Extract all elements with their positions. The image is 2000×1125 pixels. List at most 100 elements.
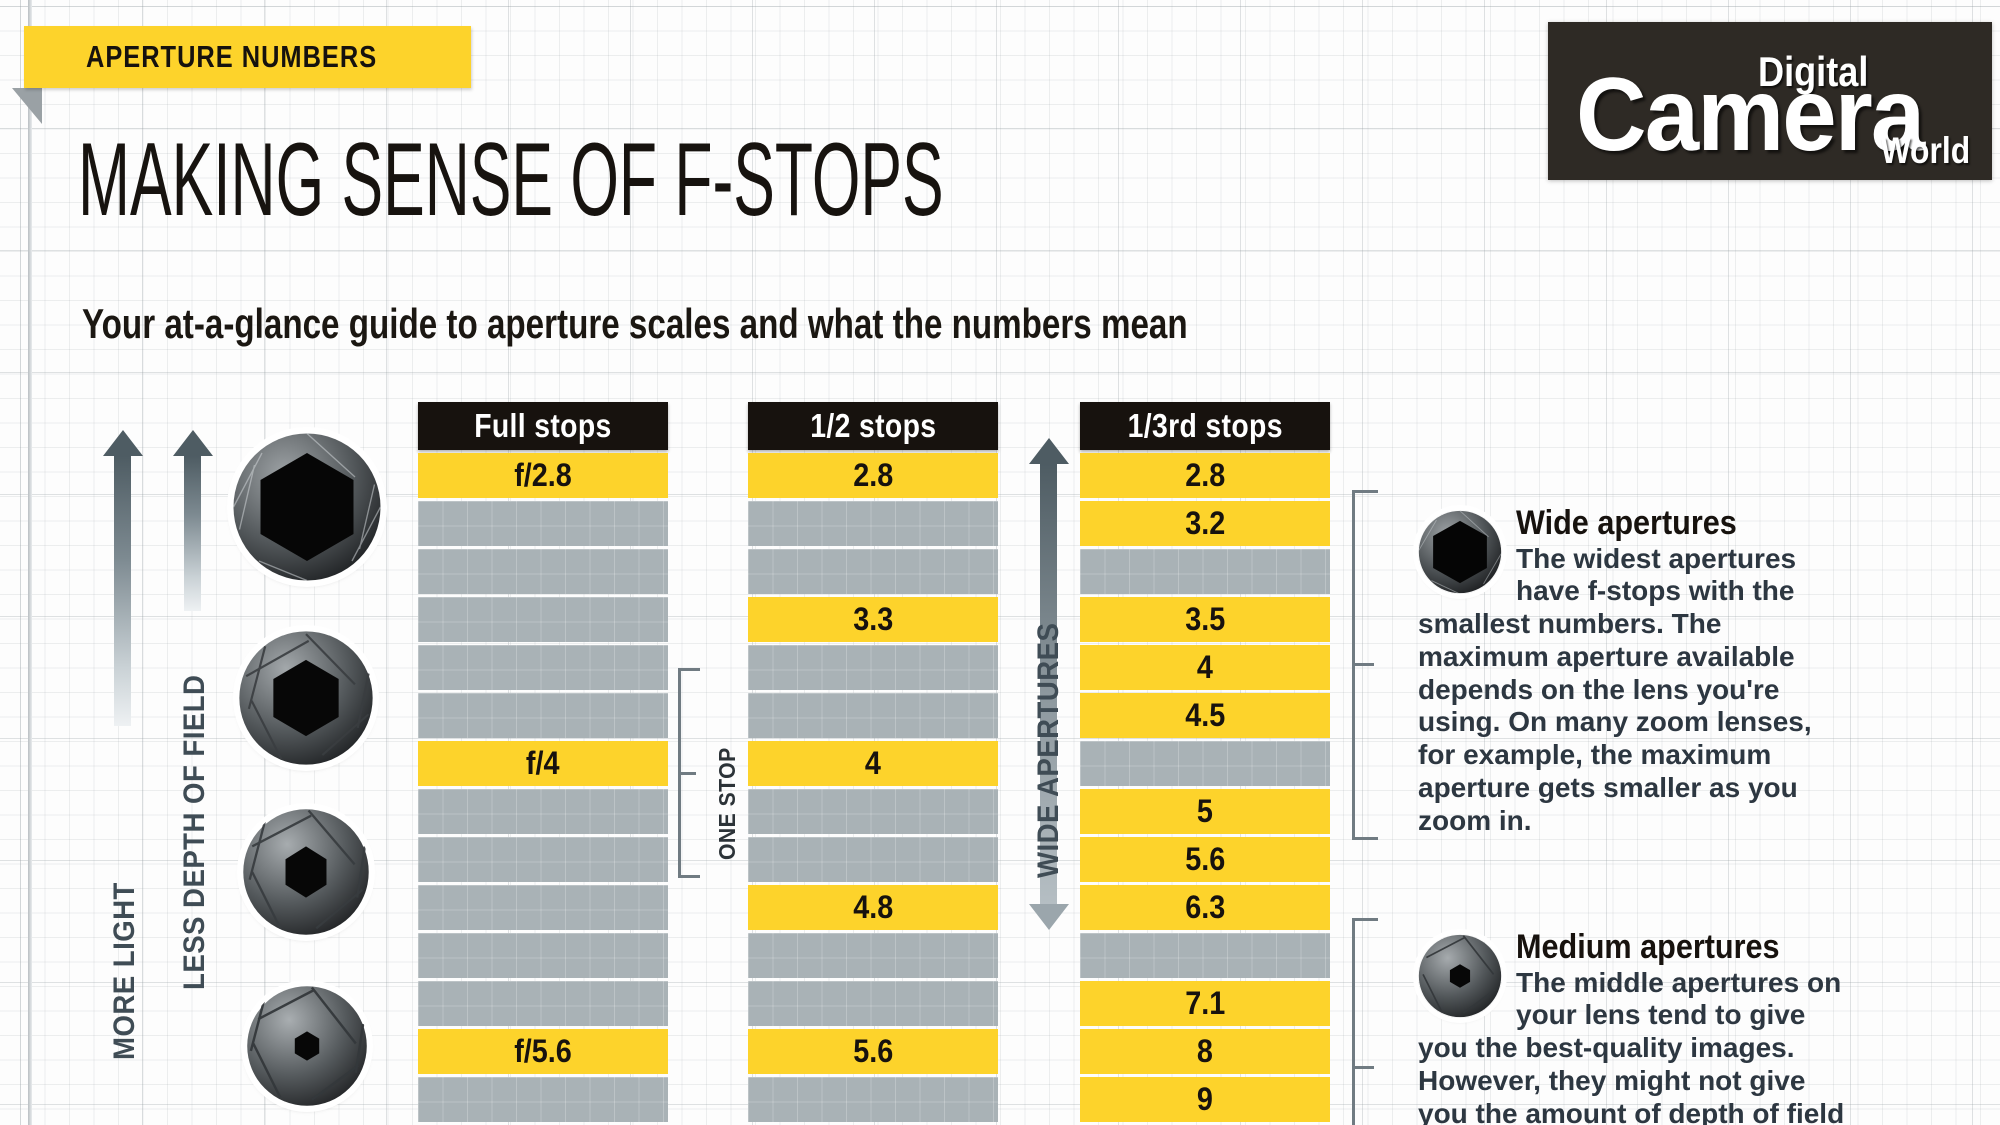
iris-svg — [1418, 510, 1502, 594]
scale-band-value: 9 — [1080, 1077, 1330, 1122]
scale-band-label: f/2.8 — [514, 457, 572, 493]
scale-band-empty — [418, 1077, 668, 1122]
scale-band-empty — [748, 981, 998, 1026]
section-ribbon: APERTURE NUMBERS — [12, 26, 472, 124]
scale-band-value: 3.2 — [1080, 501, 1330, 546]
ribbon-label: APERTURE NUMBERS — [86, 39, 378, 74]
scale-band-empty — [748, 1077, 998, 1122]
scale-band-label: 4 — [864, 745, 882, 781]
logo-word-world: World — [1880, 130, 1970, 171]
scale-band-empty — [418, 789, 668, 834]
column-rows-half-stops: 2.83.344.85.66.78 — [748, 453, 998, 1125]
scale-band-value: f/5.6 — [418, 1029, 668, 1074]
note-title-text: Medium apertures — [1516, 928, 1780, 966]
scale-band-empty — [748, 933, 998, 978]
scale-band-label: 6.3 — [1184, 889, 1226, 925]
note-medium-apertures: Medium apertures The middle apertures on… — [1418, 930, 1850, 1125]
column-header-label: Full stops — [474, 407, 612, 444]
scale-band-empty — [1080, 933, 1330, 978]
page-subtitle: Your at-a-glance guide to aperture scale… — [82, 300, 1188, 347]
arrow-down-icon — [1029, 904, 1069, 930]
arrow-up-icon — [103, 430, 143, 456]
scale-band-label: f/5.6 — [514, 1033, 572, 1069]
digital-camera-world-logo: Digital Camera World — [1548, 22, 1992, 180]
page-edge-shadow — [28, 0, 32, 1125]
note-title-text: Wide apertures — [1516, 504, 1737, 542]
scale-band-label: 4.8 — [852, 889, 894, 925]
scale-band-value: 3.5 — [1080, 597, 1330, 642]
arrow-up-icon — [1029, 438, 1069, 464]
scale-band-empty — [418, 933, 668, 978]
aperture-wide-icon — [1418, 510, 1502, 594]
scale-band-label: 5.6 — [1184, 841, 1226, 877]
one-stop-label: ONE STOP — [714, 747, 740, 860]
scale-band-empty — [748, 789, 998, 834]
scale-band-label: 7.1 — [1184, 985, 1226, 1021]
ribbon-banner: APERTURE NUMBERS — [24, 26, 472, 88]
wide-apertures-bracket-tick — [1352, 663, 1374, 666]
scale-band-label: 3.5 — [1184, 601, 1226, 637]
scale-band-value: 4 — [1080, 645, 1330, 690]
scale-band-label: 3.2 — [1184, 505, 1226, 541]
scale-band-value: 5.6 — [1080, 837, 1330, 882]
iris-svg — [243, 809, 369, 935]
iris-svg — [1418, 934, 1502, 1018]
arrow-up-icon — [173, 430, 213, 456]
scale-band-value: 4.5 — [1080, 693, 1330, 738]
scale-band-label: 2.8 — [852, 457, 894, 493]
wide-apertures-label: WIDE APERTURES — [1032, 622, 1065, 878]
scale-band-label: 5 — [1196, 793, 1214, 829]
scale-band-value: 5.6 — [748, 1029, 998, 1074]
page-title: MAKING SENSE OF F-STOPS — [78, 122, 944, 238]
column-third-stops: 1/3rd stops 2.8 3.2 3.5 4 4.5 5 5.6 6.3 7.1 8 9 — [1080, 402, 1330, 1122]
column-header-full-stops: Full stops — [418, 402, 668, 450]
scale-band-label: 9 — [1196, 1081, 1214, 1117]
column-header-third-stops: 1/3rd stops — [1080, 402, 1330, 450]
column-header-half-stops: 1/2 stops — [748, 402, 998, 450]
aperture-iris-icon-f4 — [238, 630, 374, 766]
column-full-stops: Full stops f/2.8f/4f/5.6f/8 — [418, 402, 668, 1125]
scale-band-empty — [418, 981, 668, 1026]
scale-band-label: 2.8 — [1184, 457, 1226, 493]
scale-band-value: 4 — [748, 741, 998, 786]
scale-band-empty — [418, 501, 668, 546]
scale-band-empty — [748, 501, 998, 546]
scale-band-empty — [748, 645, 998, 690]
scale-band-empty — [418, 597, 668, 642]
scale-band-value: 4.8 — [748, 885, 998, 930]
scale-band-empty — [1080, 549, 1330, 594]
ribbon-fold-shadow — [12, 88, 42, 124]
aperture-medium-icon — [1418, 934, 1502, 1018]
column-rows-full-stops: f/2.8f/4f/5.6f/8 — [418, 453, 668, 1125]
scale-band-value: 2.8 — [748, 453, 998, 498]
scale-band-label: 5.6 — [852, 1033, 894, 1069]
scale-band-empty — [418, 837, 668, 882]
scale-band-value: 5 — [1080, 789, 1330, 834]
scale-band-value: 2.8 — [1080, 453, 1330, 498]
scale-band-empty — [418, 549, 668, 594]
scale-band-value: 7.1 — [1080, 981, 1330, 1026]
scale-band-label: f/4 — [526, 745, 560, 781]
column-header-label: 1/2 stops — [809, 407, 937, 444]
column-half-stops: 1/2 stops 2.83.344.85.66.78 — [748, 402, 998, 1125]
scale-band-empty — [1080, 741, 1330, 786]
ribbon-notch — [24, 26, 38, 88]
scale-band-empty — [748, 837, 998, 882]
scale-band-label: 3.3 — [852, 601, 894, 637]
scale-band-value: f/4 — [418, 741, 668, 786]
iris-svg — [239, 631, 373, 765]
scale-band-value: 8 — [1080, 1029, 1330, 1074]
scale-band-value: 3.3 — [748, 597, 998, 642]
aperture-iris-icon-f8 — [246, 985, 368, 1107]
iris-svg — [247, 986, 367, 1106]
less-depth-of-field-label: LESS DEPTH OF FIELD — [178, 674, 211, 990]
more-light-label: MORE LIGHT — [108, 882, 141, 1060]
scale-band-empty — [748, 693, 998, 738]
scale-band-label: 8 — [1196, 1033, 1214, 1069]
one-stop-tick — [678, 772, 696, 775]
arrow-shaft — [114, 456, 131, 726]
scale-band-label: 4.5 — [1184, 697, 1226, 733]
scale-band-empty — [748, 549, 998, 594]
scale-band-value: 6.3 — [1080, 885, 1330, 930]
logo-word-camera: Camera — [1576, 57, 1925, 173]
